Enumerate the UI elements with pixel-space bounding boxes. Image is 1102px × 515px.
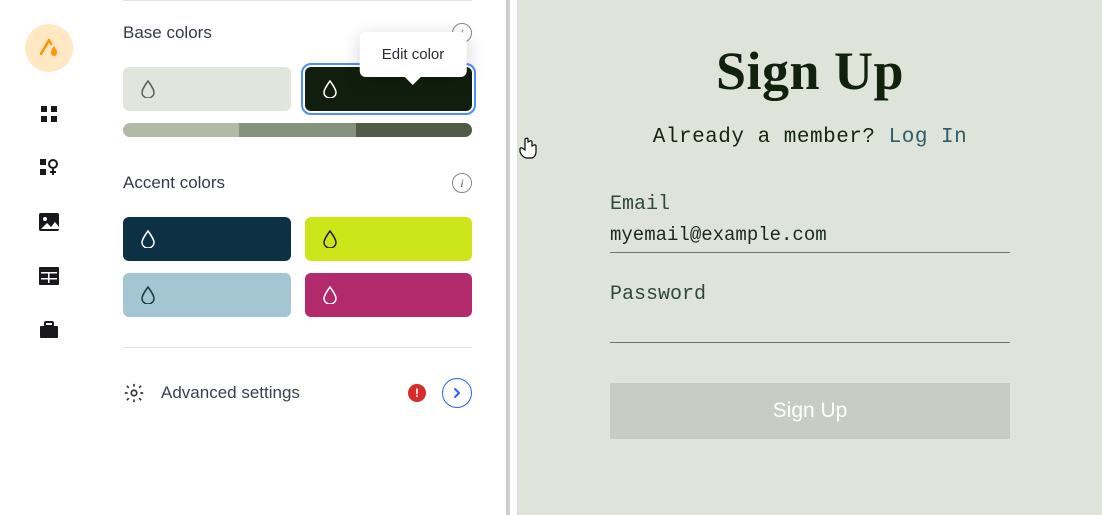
password-field[interactable] [610, 310, 1010, 343]
accent-swatch-1[interactable] [123, 217, 291, 261]
gradient-preview [123, 123, 472, 137]
advanced-settings-label: Advanced settings [161, 383, 392, 403]
widgets-icon[interactable] [37, 156, 61, 180]
gradient-seg [356, 123, 472, 137]
gradient-seg [239, 123, 355, 137]
divider [123, 0, 472, 1]
advanced-settings-row[interactable]: Advanced settings ! [123, 347, 472, 408]
signup-preview: Sign Up Already a member? Log In Email P… [518, 0, 1102, 515]
grid-icon[interactable] [37, 102, 61, 126]
side-nav-rail [0, 0, 98, 515]
member-line: Already a member? Log In [653, 126, 967, 149]
drop-icon [141, 80, 155, 98]
drop-icon [141, 230, 155, 248]
signup-button[interactable]: Sign Up [610, 383, 1010, 439]
drop-icon [141, 286, 155, 304]
alert-badge-icon: ! [408, 384, 426, 402]
password-label: Password [610, 283, 1010, 306]
accent-swatch-row-1 [123, 217, 472, 261]
drop-icon [323, 80, 337, 98]
email-field[interactable] [610, 220, 1010, 253]
member-text: Already a member? [653, 126, 889, 149]
base-swatch-1[interactable] [123, 67, 291, 111]
gear-icon [123, 382, 145, 404]
login-link[interactable]: Log In [889, 126, 968, 149]
info-icon[interactable]: i [452, 173, 472, 193]
color-editor-panel: Edit color Base colors i Accent colors i [98, 0, 496, 515]
image-icon[interactable] [37, 210, 61, 234]
accent-swatch-4[interactable] [305, 273, 473, 317]
briefcase-icon[interactable] [37, 318, 61, 342]
preview-frame-edge [506, 0, 518, 515]
table-icon[interactable] [37, 264, 61, 288]
signup-form: Email Password Sign Up [610, 193, 1010, 439]
drop-icon [323, 286, 337, 304]
base-colors-label: Base colors [123, 23, 212, 43]
accent-swatch-2[interactable] [305, 217, 473, 261]
edit-color-tooltip: Edit color [360, 32, 467, 77]
accent-colors-header: Accent colors i [123, 173, 472, 193]
chevron-right-icon[interactable] [442, 378, 472, 408]
gradient-seg [123, 123, 239, 137]
theme-logo-icon[interactable] [25, 24, 73, 72]
preview-wrap: Sign Up Already a member? Log In Email P… [496, 0, 1102, 515]
accent-swatch-row-2 [123, 273, 472, 317]
signup-title: Sign Up [716, 40, 904, 102]
drop-icon [323, 230, 337, 248]
accent-colors-label: Accent colors [123, 173, 225, 193]
accent-swatch-3[interactable] [123, 273, 291, 317]
email-label: Email [610, 193, 1010, 216]
